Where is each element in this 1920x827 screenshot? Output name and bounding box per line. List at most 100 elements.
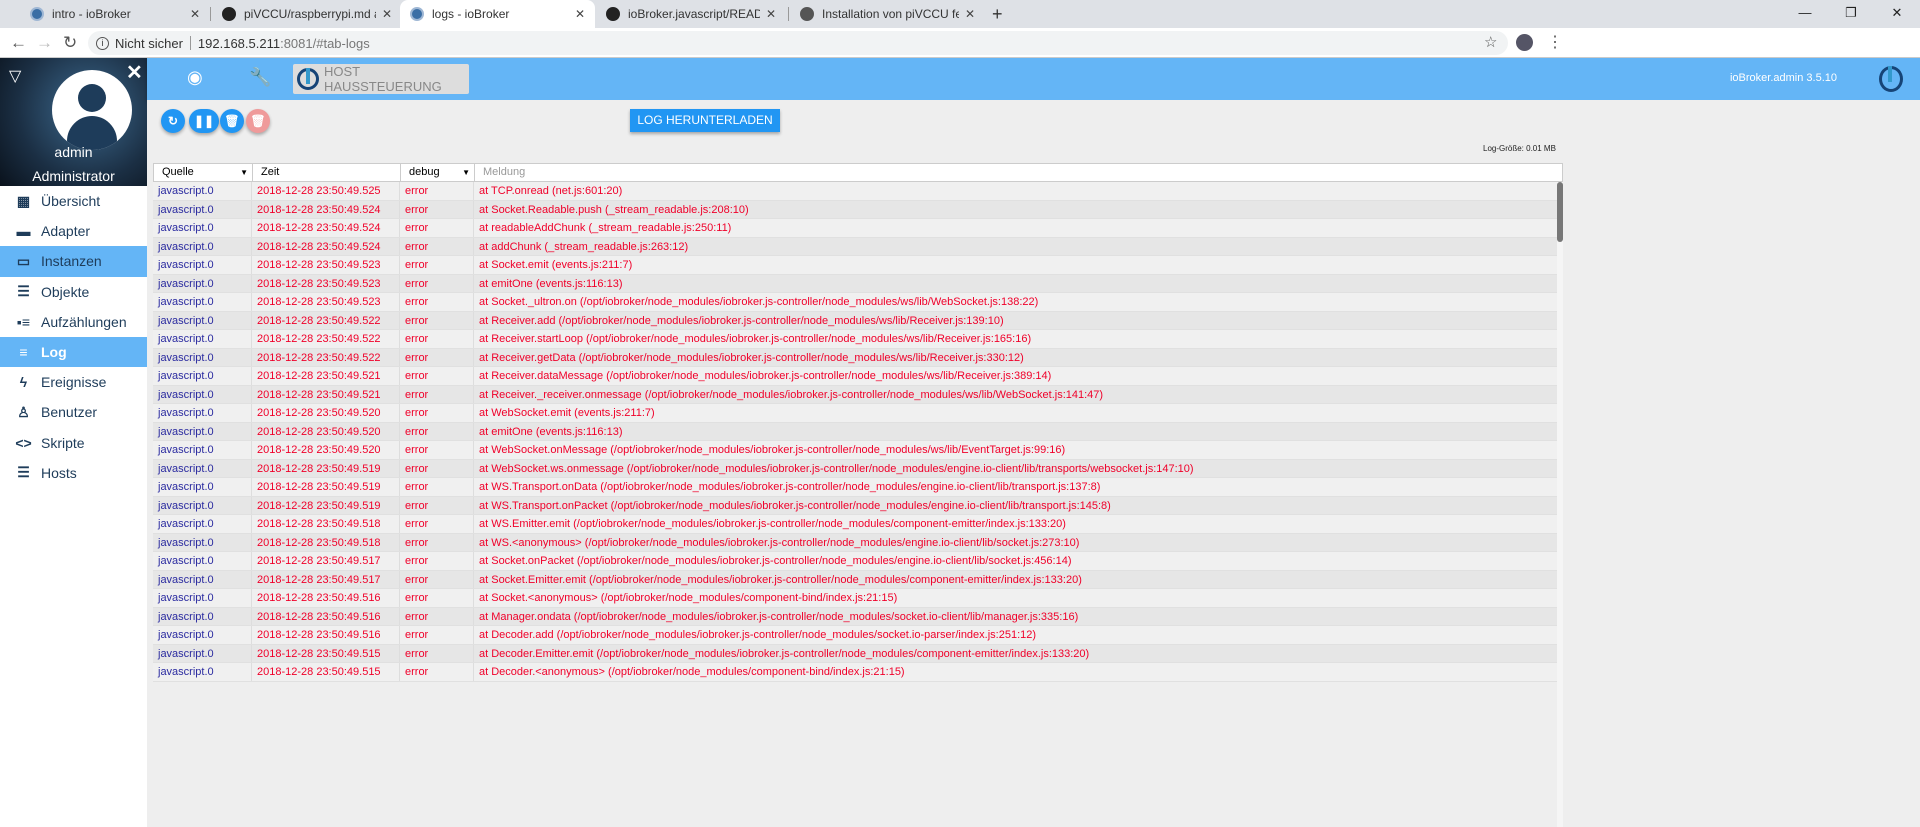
sidebar-item-label: Objekte xyxy=(41,283,90,300)
table-row[interactable]: javascript.0 2018-12-28 23:50:49.523 error… xyxy=(153,256,1563,275)
info-icon[interactable]: i xyxy=(96,36,109,50)
scrollbar[interactable] xyxy=(1557,182,1563,827)
close-tab-icon[interactable]: ✕ xyxy=(190,7,200,21)
sidebar-item-uebersicht[interactable]: ▦ Übersicht xyxy=(0,186,147,216)
sidebar-item-adapter[interactable]: ▬ Adapter xyxy=(0,216,147,246)
log-level: error xyxy=(400,330,474,348)
table-row[interactable]: javascript.0 2018-12-28 23:50:49.524 error… xyxy=(153,200,1563,219)
scrollbar-thumb[interactable] xyxy=(1557,182,1563,242)
table-row[interactable]: javascript.0 2018-12-28 23:50:49.523 error… xyxy=(153,293,1563,312)
message-filter-input[interactable]: Meldung xyxy=(475,164,1562,181)
download-log-button[interactable]: LOG HERUNTERLADEN xyxy=(630,109,780,132)
table-row[interactable]: javascript.0 2018-12-28 23:50:49.521 error… xyxy=(153,385,1563,404)
log-source: javascript.0 xyxy=(153,256,252,274)
back-icon[interactable]: ← xyxy=(10,33,27,53)
pause-button[interactable]: ❚❚ xyxy=(189,109,219,133)
table-row[interactable]: javascript.0 2018-12-28 23:50:49.524 error… xyxy=(153,219,1563,238)
table-row[interactable]: javascript.0 2018-12-28 23:50:49.520 error… xyxy=(153,441,1563,460)
refresh-button[interactable]: ↻ xyxy=(161,109,185,133)
log-time: 2018-12-28 23:50:49.518 xyxy=(252,533,400,551)
close-tab-icon[interactable]: ✕ xyxy=(575,7,585,21)
log-time: 2018-12-28 23:50:49.515 xyxy=(252,663,400,681)
log-message: at WS.Transport.onData (/opt/iobroker/no… xyxy=(474,478,1563,496)
new-tab-icon[interactable]: + xyxy=(992,4,1003,25)
table-row[interactable]: javascript.0 2018-12-28 23:50:49.522 error… xyxy=(153,348,1563,367)
iobroker-logo-icon xyxy=(297,68,319,90)
sidebar-item-skripte[interactable]: <> Skripte xyxy=(0,428,147,458)
sidebar-item-instanzen[interactable]: ▭ Instanzen xyxy=(0,246,147,277)
table-row[interactable]: javascript.0 2018-12-28 23:50:49.519 error… xyxy=(153,459,1563,478)
table-row[interactable]: javascript.0 2018-12-28 23:50:49.519 error… xyxy=(153,496,1563,515)
close-tab-icon[interactable]: ✕ xyxy=(766,7,776,21)
log-time: 2018-12-28 23:50:49.524 xyxy=(252,219,400,237)
table-row[interactable]: javascript.0 2018-12-28 23:50:49.520 error… xyxy=(153,404,1563,423)
table-row[interactable]: javascript.0 2018-12-28 23:50:49.517 error… xyxy=(153,552,1563,571)
browser-tab[interactable]: piVCCU/raspberrypi.md at maste ✕ xyxy=(212,0,402,28)
log-source: javascript.0 xyxy=(153,219,252,237)
close-tab-icon[interactable]: ✕ xyxy=(965,7,975,21)
sidebar-item-benutzer[interactable]: ♙ Benutzer xyxy=(0,397,147,427)
table-row[interactable]: javascript.0 2018-12-28 23:50:49.516 error… xyxy=(153,589,1563,608)
enum-icon: ▪≡ xyxy=(16,313,31,330)
sidebar-item-objekte[interactable]: ☰ Objekte xyxy=(0,277,147,307)
table-row[interactable]: javascript.0 2018-12-28 23:50:49.518 error… xyxy=(153,533,1563,552)
level-filter[interactable]: debug xyxy=(401,164,475,181)
eye-icon[interactable]: ◉ xyxy=(187,67,203,88)
table-row[interactable]: javascript.0 2018-12-28 23:50:49.518 error… xyxy=(153,515,1563,534)
sidebar-item-log[interactable]: ≡ Log xyxy=(0,336,147,368)
browser-tab[interactable]: Installation von piVCCU fehlgesch ✕ xyxy=(790,0,985,28)
log-level: error xyxy=(400,293,474,311)
table-row[interactable]: javascript.0 2018-12-28 23:50:49.519 error… xyxy=(153,478,1563,497)
storage-icon: ☰ xyxy=(17,464,30,481)
log-level: error xyxy=(400,570,474,588)
log-source: javascript.0 xyxy=(153,293,252,311)
browser-tab[interactable]: ioBroker.javascript/README.md a ✕ xyxy=(596,0,786,28)
close-icon[interactable]: ✕ xyxy=(126,60,143,85)
host-button[interactable]: HOST HAUSSTEUERUNG xyxy=(293,64,469,94)
close-tab-icon[interactable]: ✕ xyxy=(382,7,392,21)
delete-button[interactable]: 🗑 xyxy=(220,109,244,133)
log-level: error xyxy=(400,533,474,551)
browser-tab-active[interactable]: logs - ioBroker ✕ xyxy=(400,0,595,28)
wrench-icon[interactable]: 🔧 xyxy=(249,67,271,88)
url-host: 192.168.5.211 xyxy=(197,35,281,51)
sidebar-item-label: Übersicht xyxy=(41,193,101,210)
sidebar-item-aufzaehlungen[interactable]: ▪≡ Aufzählungen xyxy=(0,307,147,337)
table-row[interactable]: javascript.0 2018-12-28 23:50:49.523 error… xyxy=(153,274,1563,293)
browser-menu-icon[interactable]: ⋮ xyxy=(1547,32,1563,52)
table-row[interactable]: javascript.0 2018-12-28 23:50:49.517 error… xyxy=(153,570,1563,589)
github-icon xyxy=(606,7,620,21)
log-source: javascript.0 xyxy=(153,422,252,440)
table-row[interactable]: javascript.0 2018-12-28 23:50:49.515 error… xyxy=(153,644,1563,663)
person-icon: ♙ xyxy=(17,403,30,420)
table-row[interactable]: javascript.0 2018-12-28 23:50:49.524 error… xyxy=(153,237,1563,256)
reload-icon[interactable]: ↻ xyxy=(63,33,77,53)
table-row[interactable]: javascript.0 2018-12-28 23:50:49.522 error… xyxy=(153,330,1563,349)
restore-icon[interactable]: ❐ xyxy=(1828,0,1874,26)
source-filter[interactable]: Quelle xyxy=(154,164,253,181)
close-window-icon[interactable]: ✕ xyxy=(1874,0,1920,26)
sidebar-item-label: Log xyxy=(41,344,67,361)
minimize-icon[interactable]: — xyxy=(1782,0,1828,26)
table-row[interactable]: javascript.0 2018-12-28 23:50:49.515 error… xyxy=(153,663,1563,682)
sidebar-item-label: Hosts xyxy=(41,464,77,481)
table-row[interactable]: javascript.0 2018-12-28 23:50:49.520 error… xyxy=(153,422,1563,441)
table-row[interactable]: javascript.0 2018-12-28 23:50:49.521 error… xyxy=(153,367,1563,386)
table-row[interactable]: javascript.0 2018-12-28 23:50:49.516 error… xyxy=(153,607,1563,626)
profile-avatar[interactable] xyxy=(1516,34,1533,51)
browser-tab[interactable]: intro - ioBroker ✕ xyxy=(20,0,210,28)
dropdown-triangle-icon[interactable]: ▽ xyxy=(9,66,21,86)
log-message: at Manager.ondata (/opt/iobroker/node_mo… xyxy=(474,607,1563,625)
sidebar-item-label: Ereignisse xyxy=(41,374,107,391)
delete-all-button[interactable]: 🗑 xyxy=(246,109,270,133)
time-filter-input[interactable]: Zeit xyxy=(253,164,401,181)
sidebar-item-hosts[interactable]: ☰ Hosts xyxy=(0,458,147,488)
url-input[interactable]: i Nicht sicher 192.168.5.211:8081/#tab-l… xyxy=(88,31,1508,55)
forward-icon[interactable]: → xyxy=(36,33,53,53)
bookmark-star-icon[interactable]: ☆ xyxy=(1484,33,1497,51)
table-row[interactable]: javascript.0 2018-12-28 23:50:49.516 error… xyxy=(153,626,1563,645)
log-message: at Receiver.startLoop (/opt/iobroker/nod… xyxy=(474,330,1563,348)
table-row[interactable]: javascript.0 2018-12-28 23:50:49.525 error… xyxy=(153,182,1563,201)
sidebar-item-ereignisse[interactable]: ϟ Ereignisse xyxy=(0,367,147,397)
table-row[interactable]: javascript.0 2018-12-28 23:50:49.522 error… xyxy=(153,311,1563,330)
